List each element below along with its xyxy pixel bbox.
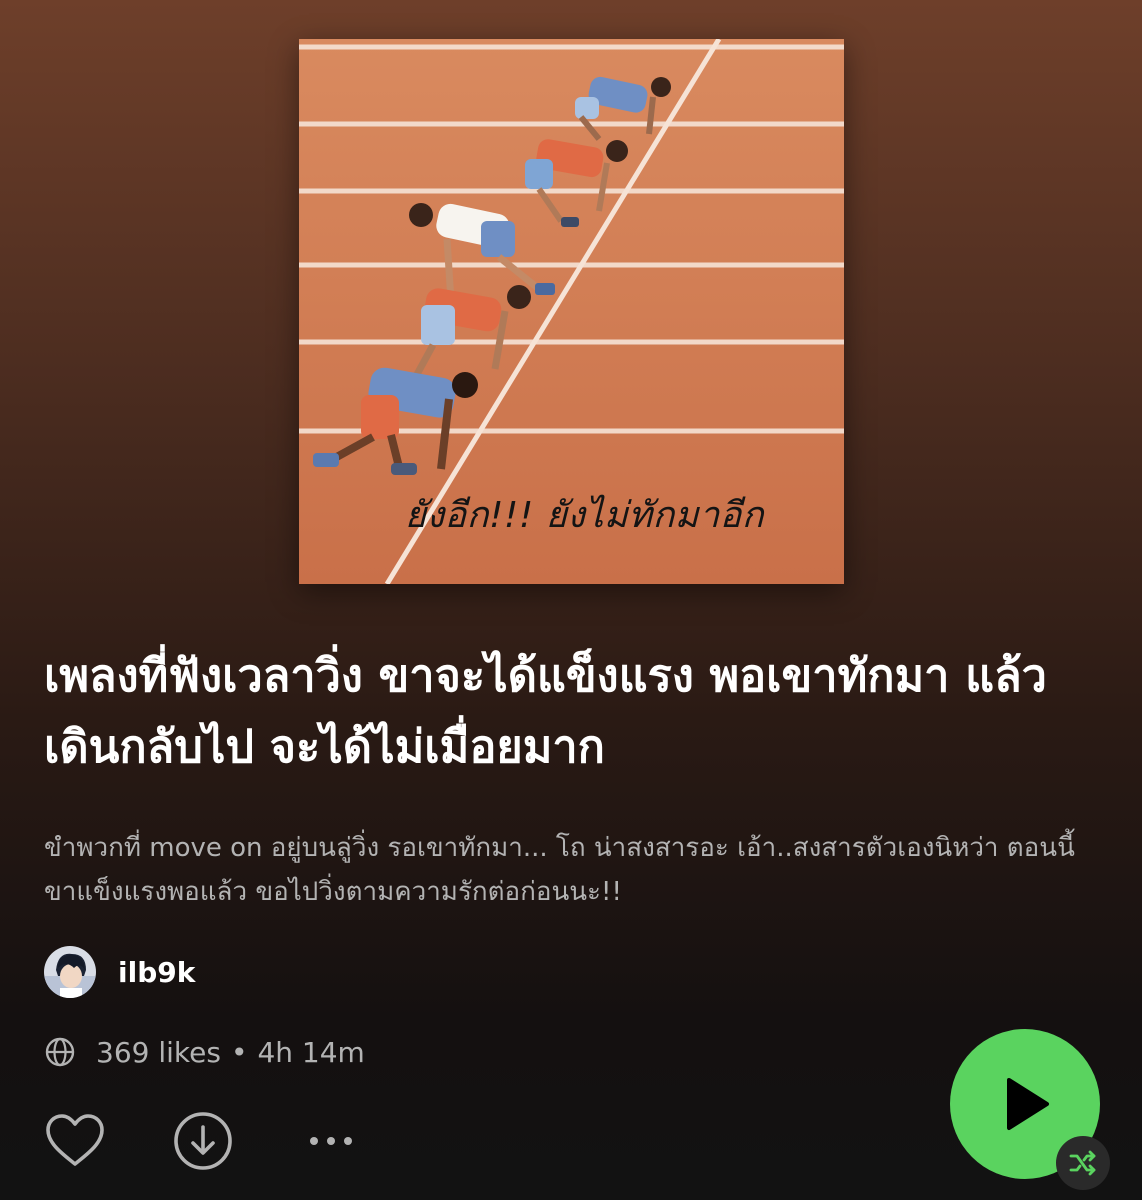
shuffle-icon [1069, 1150, 1096, 1176]
heart-outline-icon [46, 1114, 104, 1166]
more-options-button[interactable] [300, 1137, 362, 1145]
download-icon [174, 1112, 232, 1170]
globe-icon [45, 1037, 75, 1067]
playlist-description: ขำพวกที่ move on อยู่บนลู่วิ่ง รอเขาทักม… [44, 833, 1075, 907]
avatar[interactable] [44, 946, 96, 998]
action-bar [44, 1110, 362, 1172]
cover-caption: ยังอีก!!! ยังไม่ทักมาอีก [404, 495, 765, 536]
playlist-meta: 369 likes • 4h 14m [44, 1030, 365, 1074]
playlist-title: เพลงที่ฟังเวลาวิ่ง ขาจะได้แข็งแรง พอเขาท… [44, 649, 1047, 773]
shuffle-button[interactable] [1056, 1136, 1110, 1190]
owner-name[interactable]: ilb9k [118, 956, 195, 989]
more-options-icon [310, 1137, 318, 1145]
likes-count: 369 likes [96, 1035, 221, 1069]
meta-separator: • [230, 1035, 248, 1069]
playlist-cover-art: ยังอีก!!! ยังไม่ทักมาอีก [299, 39, 844, 584]
total-duration: 4h 14m [257, 1035, 365, 1069]
download-button[interactable] [172, 1110, 234, 1172]
playlist-owner[interactable]: ilb9k [44, 945, 195, 999]
play-icon [1007, 1078, 1049, 1130]
like-button[interactable] [44, 1110, 106, 1172]
